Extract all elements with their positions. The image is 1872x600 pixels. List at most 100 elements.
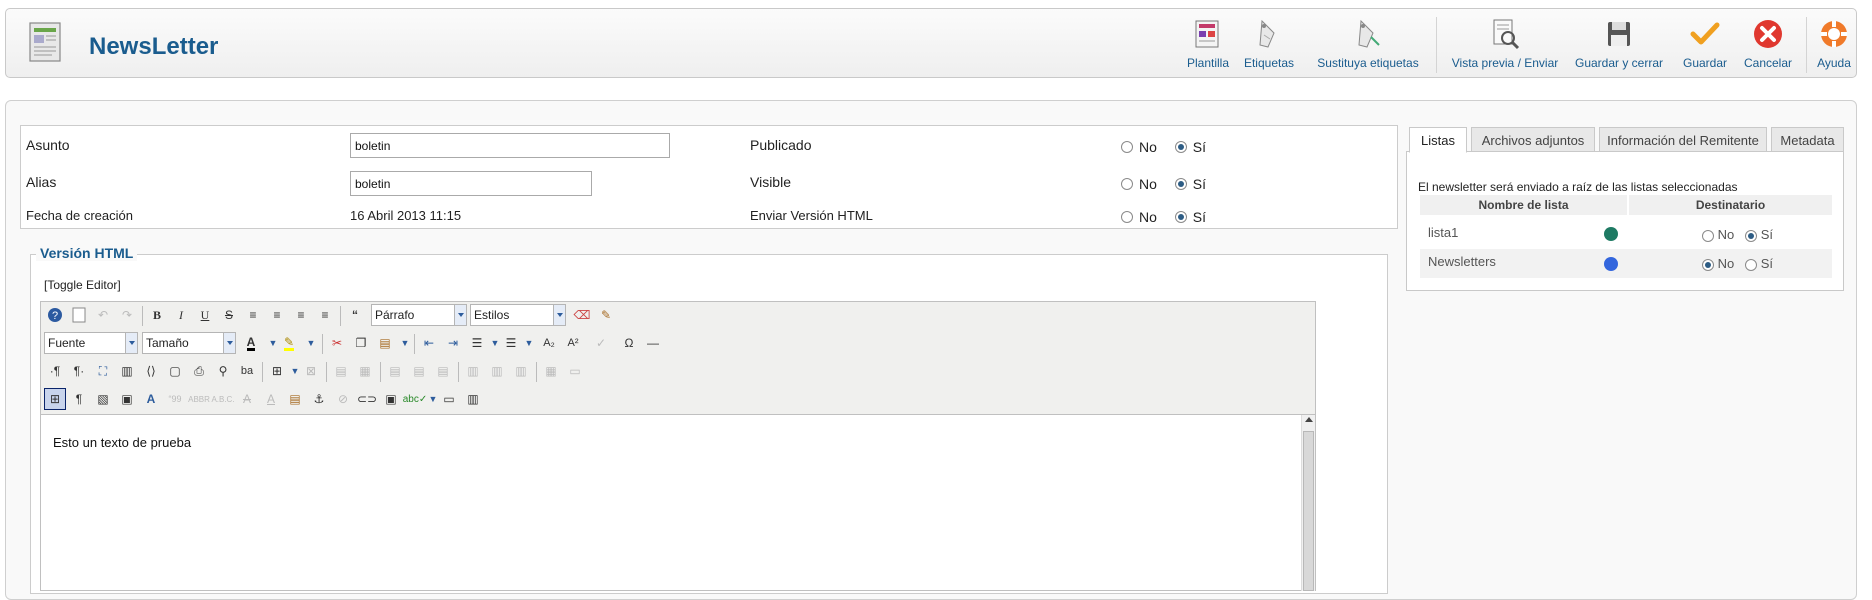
scrollbar-thumb[interactable]: [1303, 431, 1314, 591]
image-icon[interactable]: ▣: [116, 388, 138, 410]
copy-icon[interactable]: ❐: [350, 332, 372, 354]
font-family-select[interactable]: Fuente: [44, 332, 138, 354]
chevron-down-icon[interactable]: ▼: [394, 332, 416, 354]
redo-icon[interactable]: ↷: [116, 304, 138, 326]
spellcheck-disabled-icon[interactable]: ✓: [590, 332, 612, 354]
template-button[interactable]: Plantilla: [1183, 17, 1233, 75]
visual-aid-icon[interactable]: ⊞: [44, 388, 66, 410]
visible-no-radio[interactable]: [1121, 178, 1133, 191]
replace-icon[interactable]: ba: [236, 360, 258, 382]
tab-sender-info[interactable]: Información del Remitente: [1599, 127, 1767, 152]
insert-text-icon[interactable]: A: [260, 388, 282, 410]
embed-media-icon[interactable]: ▥: [462, 388, 484, 410]
format-select[interactable]: Párrafo: [371, 304, 467, 326]
layer-icon[interactable]: ▭: [438, 388, 460, 410]
cite-icon[interactable]: “99: [164, 388, 186, 410]
merge-cells-icon[interactable]: ▭: [564, 360, 586, 382]
rtl-icon[interactable]: ¶·: [68, 360, 90, 382]
cleanup-icon[interactable]: ✎: [595, 304, 617, 326]
html-source-icon[interactable]: ⟨⟩: [140, 360, 162, 382]
font-size-select[interactable]: Tamaño: [142, 332, 236, 354]
subject-input[interactable]: [350, 133, 670, 158]
row-props-icon[interactable]: ▤: [330, 360, 352, 382]
tab-lists[interactable]: Listas: [1409, 127, 1467, 153]
anchor-icon[interactable]: ⚓: [308, 388, 330, 410]
tab-attachments[interactable]: Archivos adjuntos: [1471, 127, 1595, 152]
save-button[interactable]: Guardar: [1678, 17, 1732, 75]
pdf-icon[interactable]: ▧: [92, 388, 114, 410]
template-insert-icon[interactable]: ▥: [116, 360, 138, 382]
paste-icon[interactable]: ▤: [374, 332, 396, 354]
send-html-yes-radio[interactable]: [1174, 211, 1187, 224]
save-close-button[interactable]: Guardar y cerrar: [1572, 17, 1666, 75]
cancel-button[interactable]: Cancelar: [1741, 17, 1795, 75]
align-justify-icon[interactable]: ≡: [242, 304, 264, 326]
attributes-icon[interactable]: ▤: [284, 388, 306, 410]
send-html-no-radio[interactable]: [1121, 211, 1133, 224]
alias-input[interactable]: [350, 171, 592, 196]
text-color-icon[interactable]: A: [240, 332, 262, 354]
link-icon[interactable]: ⊂⊃: [356, 388, 378, 410]
find-icon[interactable]: ⚲: [212, 360, 234, 382]
horizontal-rule-icon[interactable]: —: [642, 332, 664, 354]
chevron-down-icon[interactable]: ▼: [300, 332, 322, 354]
align-right-icon[interactable]: ≡: [314, 304, 336, 326]
chevron-down-icon[interactable]: ▼: [518, 332, 540, 354]
insert-image-icon[interactable]: ▣: [380, 388, 402, 410]
tab-metadata[interactable]: Metadata: [1771, 127, 1844, 152]
editor-scrollbar[interactable]: [1301, 415, 1315, 591]
new-document-icon[interactable]: [68, 304, 90, 326]
print-icon[interactable]: ⎙: [188, 360, 210, 382]
abbr-icon[interactable]: ABBR: [188, 388, 210, 410]
cut-icon[interactable]: ✂: [326, 332, 348, 354]
split-cells-icon[interactable]: ▦: [540, 360, 562, 382]
align-left-icon[interactable]: ≡: [290, 304, 312, 326]
acronym-icon[interactable]: A.B.C.: [211, 388, 234, 410]
replace-tags-button[interactable]: Sustituya etiquetas: [1314, 17, 1422, 75]
preview-icon[interactable]: ▢: [164, 360, 186, 382]
delete-col-icon[interactable]: ▥: [510, 360, 532, 382]
subscript-icon[interactable]: A₂: [538, 332, 560, 354]
ltr-icon[interactable]: ·¶: [44, 360, 66, 382]
undo-icon[interactable]: ↶: [92, 304, 114, 326]
delete-table-icon[interactable]: ⊠: [300, 360, 322, 382]
show-blocks-icon[interactable]: ¶: [68, 388, 90, 410]
strikethrough-icon[interactable]: S: [218, 304, 240, 326]
list1-yes-radio[interactable]: [1745, 229, 1758, 242]
help-icon[interactable]: ?: [44, 304, 66, 326]
list2-no-radio[interactable]: [1702, 258, 1714, 271]
special-character-icon[interactable]: Ω: [618, 332, 640, 354]
toggle-editor-link[interactable]: [Toggle Editor]: [44, 278, 121, 292]
unlink-icon[interactable]: ⊘: [332, 388, 354, 410]
delete-row-icon[interactable]: ▤: [432, 360, 454, 382]
delete-text-icon[interactable]: A: [236, 388, 258, 410]
tags-button[interactable]: Etiquetas: [1241, 17, 1297, 75]
bold-icon[interactable]: B: [146, 304, 168, 326]
list1-no-radio[interactable]: [1702, 229, 1714, 242]
align-center-icon[interactable]: ≡: [266, 304, 288, 326]
underline-icon[interactable]: U: [194, 304, 216, 326]
highlight-color-icon[interactable]: ✎: [278, 332, 300, 354]
outdent-icon[interactable]: ⇤: [418, 332, 440, 354]
preview-send-button[interactable]: Vista previa / Enviar: [1449, 17, 1561, 75]
blockquote-icon[interactable]: “: [344, 304, 366, 326]
insert-row-after-icon[interactable]: ▤: [408, 360, 430, 382]
editor-content-area[interactable]: Esto un texto de prueba: [41, 414, 1315, 591]
insert-col-after-icon[interactable]: ▥: [486, 360, 508, 382]
toolbar-divider: [536, 362, 537, 382]
published-yes-radio[interactable]: [1174, 141, 1187, 154]
styles-icon[interactable]: A: [140, 388, 162, 410]
eraser-icon[interactable]: ⌫: [571, 304, 593, 326]
cell-props-icon[interactable]: ▦: [354, 360, 376, 382]
help-button[interactable]: Ayuda: [1814, 17, 1854, 75]
published-no-radio[interactable]: [1121, 141, 1133, 154]
fullscreen-icon[interactable]: ⛶: [92, 360, 114, 382]
italic-icon[interactable]: I: [170, 304, 192, 326]
styles-select[interactable]: Estilos: [470, 304, 566, 326]
insert-col-before-icon[interactable]: ▥: [462, 360, 484, 382]
superscript-icon[interactable]: A²: [562, 332, 584, 354]
insert-row-before-icon[interactable]: ▤: [384, 360, 406, 382]
list2-yes-radio[interactable]: [1745, 258, 1758, 271]
visible-yes-radio[interactable]: [1174, 178, 1187, 191]
indent-icon[interactable]: ⇥: [442, 332, 464, 354]
